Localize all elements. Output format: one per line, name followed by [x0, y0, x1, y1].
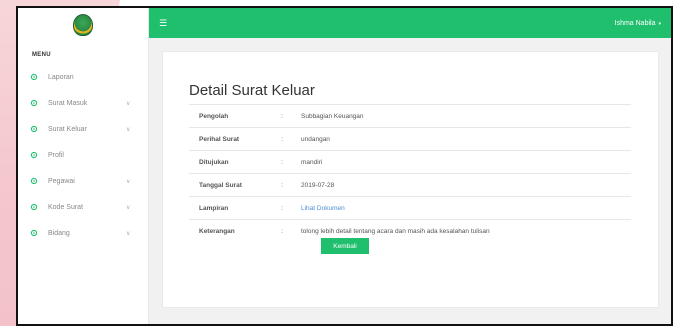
chevron-down-icon: ∨: [126, 100, 131, 107]
sidebar-item-label: Laporan: [48, 73, 74, 81]
chevron-down-icon: ∨: [126, 178, 131, 185]
detail-card: Detail Surat Keluar Pengolah : Subbagian…: [162, 51, 659, 308]
table-row: Lampiran : Lihat Dokumen: [189, 196, 631, 220]
row-separator: :: [269, 196, 295, 220]
back-button[interactable]: Kembali: [321, 238, 369, 254]
table-row: Perihal Surat : undangan: [189, 127, 631, 151]
logo: [18, 8, 148, 42]
app-window: MENU Laporan Surat Masuk ∨ Surat Keluar …: [16, 6, 673, 326]
row-value: Subbagian Keuangan: [295, 104, 631, 128]
page-title: Detail Surat Keluar: [189, 82, 315, 99]
row-key: Lampiran: [189, 196, 269, 220]
sidebar-item-kode-surat[interactable]: Kode Surat ∨: [18, 194, 148, 220]
sidebar-item-laporan[interactable]: Laporan: [18, 64, 148, 90]
row-key: Pengolah: [189, 104, 269, 128]
hamburger-icon[interactable]: ☰: [159, 18, 167, 29]
row-separator: :: [269, 219, 295, 243]
row-value: mandiri: [295, 150, 631, 174]
chevron-down-icon: ∨: [126, 126, 131, 133]
sidebar-item-surat-masuk[interactable]: Surat Masuk ∨: [18, 90, 148, 116]
gear-icon: [30, 229, 38, 237]
logo-emblem-icon: [73, 14, 93, 36]
chevron-down-icon: ∨: [126, 204, 131, 211]
row-key: Tanggal Surat: [189, 173, 269, 197]
sidebar-item-label: Pegawai: [48, 177, 75, 185]
gear-icon: [30, 125, 38, 133]
row-key: Perihal Surat: [189, 127, 269, 151]
table-row: Pengolah : Subbagian Keuangan: [189, 104, 631, 128]
row-separator: :: [269, 150, 295, 174]
topbar: ☰ Ishma Nabila ▾: [149, 8, 671, 38]
main-content: ☰ Ishma Nabila ▾ Detail Surat Keluar Peng…: [149, 8, 671, 324]
row-key: Ditujukan: [189, 150, 269, 174]
sidebar-item-label: Surat Masuk: [48, 99, 88, 107]
chevron-down-icon: ∨: [126, 230, 131, 237]
sidebar-item-label: Kode Surat: [48, 203, 84, 211]
sidebar-item-bidang[interactable]: Bidang ∨: [18, 220, 148, 246]
gear-icon: [30, 99, 38, 107]
sidebar-item-surat-keluar[interactable]: Surat Keluar ∨: [18, 116, 148, 142]
sidebar-item-label: Surat Keluar: [48, 125, 87, 133]
table-row: Keterangan : tolong lebih detail tentang…: [189, 219, 631, 243]
sidebar: MENU Laporan Surat Masuk ∨ Surat Keluar …: [18, 8, 149, 324]
row-separator: :: [269, 173, 295, 197]
table-row: Tanggal Surat : 2019-07-28: [189, 173, 631, 197]
row-key: Keterangan: [189, 219, 269, 243]
row-value: 2019-07-28: [295, 173, 631, 197]
row-separator: :: [269, 127, 295, 151]
sidebar-item-profil[interactable]: Profil: [18, 142, 148, 168]
sidebar-item-pegawai[interactable]: Pegawai ∨: [18, 168, 148, 194]
sidebar-item-label: Profil: [48, 151, 64, 159]
row-value: undangan: [295, 127, 631, 151]
caret-down-icon: ▾: [658, 20, 661, 27]
menu-title: MENU: [32, 52, 51, 58]
row-separator: :: [269, 104, 295, 128]
user-name: Ishma Nabila: [614, 19, 656, 27]
gear-icon: [30, 151, 38, 159]
view-document-link[interactable]: Lihat Dokumen: [301, 205, 345, 212]
gear-icon: [30, 177, 38, 185]
user-menu[interactable]: Ishma Nabila ▾: [615, 20, 661, 27]
sidebar-item-label: Bidang: [48, 229, 70, 237]
gear-icon: [30, 73, 38, 81]
gear-icon: [30, 203, 38, 211]
detail-table: Pengolah : Subbagian Keuangan Perihal Su…: [189, 104, 631, 243]
table-row: Ditujukan : mandiri: [189, 150, 631, 174]
